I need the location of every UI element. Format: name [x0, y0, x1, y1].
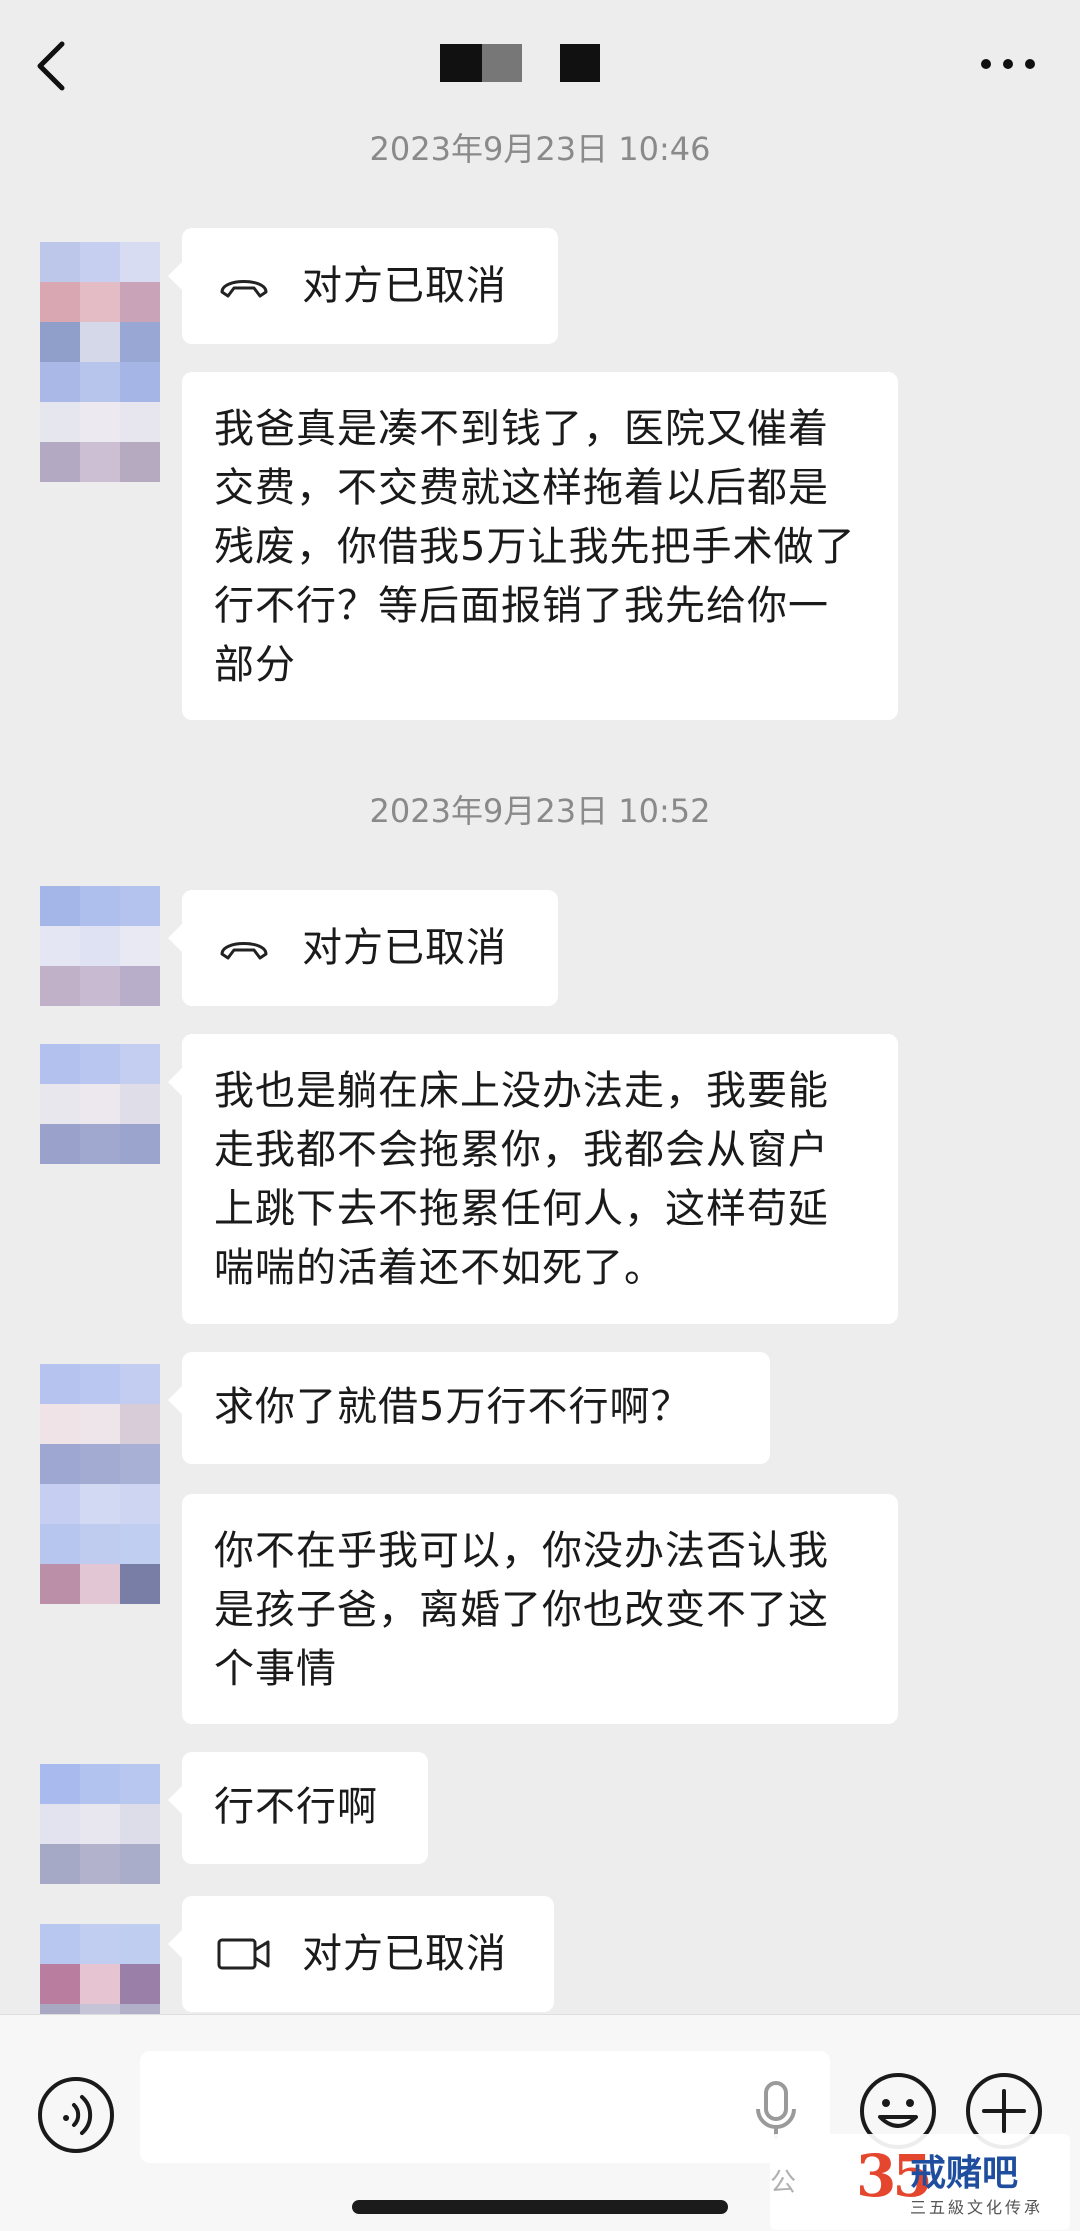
call-status-text: 对方已取消 — [302, 924, 507, 971]
video-camera-icon — [217, 1938, 270, 1970]
timestamp: 2023年9月23日 10:46 — [369, 130, 711, 168]
message-list[interactable]: 2023年9月23日 10:46 对方已取消 我爸真是凑不到钱了，医院又催着交费… — [0, 124, 1080, 2014]
phone-hangup-icon — [220, 280, 268, 298]
call-status-text: 对方已取消 — [302, 1930, 507, 1977]
watermark-subtitle: 三五級文化传承 — [910, 2198, 1044, 2217]
voice-call-bubble[interactable]: 对方已取消 — [168, 890, 558, 1006]
message-text: 行不行啊 — [214, 1784, 378, 1830]
avatar[interactable] — [40, 1764, 160, 1884]
message-text: 我也是躺在床上没办法走，我要能走我都不会拖累你，我都会从窗户上跳下去不拖累任何人… — [214, 1068, 829, 1291]
timestamp: 2023年9月23日 10:52 — [369, 792, 711, 830]
chat-header — [0, 0, 1080, 124]
text-message-bubble[interactable]: 我爸真是凑不到钱了，医院又催着交费，不交费就这样拖着以后都是残废，你借我5万让我… — [182, 372, 898, 720]
watermark-title: 戒赌吧 — [910, 2153, 1019, 2194]
message-text: 求你了就借5万行不行啊？ — [214, 1384, 692, 1430]
message-text: 你不在乎我可以，你没办法否认我是孩子爸，离婚了你也改变不了这个事情 — [214, 1528, 829, 1692]
message-input[interactable] — [140, 2051, 830, 2163]
text-message-bubble[interactable]: 你不在乎我可以，你没办法否认我是孩子爸，离婚了你也改变不了这个事情 — [182, 1494, 898, 1724]
message-text: 我爸真是凑不到钱了，医院又催着交费，不交费就这样拖着以后都是残废，你借我5万让我… — [214, 406, 856, 688]
video-call-bubble[interactable]: 对方已取消 — [168, 1896, 554, 2012]
avatar[interactable] — [40, 1044, 160, 1164]
more-horizontal-icon[interactable] — [980, 52, 1036, 76]
voice-call-bubble[interactable]: 对方已取消 — [168, 228, 558, 344]
avatar[interactable] — [40, 1364, 160, 1604]
title-redaction-block — [440, 44, 482, 82]
title-redaction-block — [560, 44, 600, 82]
voice-mode-icon[interactable] — [36, 2075, 116, 2155]
home-indicator[interactable] — [352, 2200, 728, 2214]
text-message-bubble[interactable]: 行不行啊 — [168, 1752, 428, 1864]
avatar[interactable] — [40, 886, 160, 1006]
phone-hangup-icon — [220, 942, 268, 960]
avatar[interactable] — [40, 242, 160, 482]
watermark-small-text: 公 — [770, 2168, 797, 2198]
call-status-text: 对方已取消 — [302, 262, 507, 309]
text-message-bubble[interactable]: 我也是躺在床上没办法走，我要能走我都不会拖累你，我都会从窗户上跳下去不拖累任何人… — [168, 1034, 898, 1324]
text-message-bubble[interactable]: 求你了就借5万行不行啊？ — [168, 1352, 770, 1464]
avatar[interactable] — [40, 1924, 160, 2014]
watermark: 公 35 戒赌吧 三五級文化传承 — [770, 2134, 1070, 2230]
title-redaction-block — [482, 44, 522, 82]
chevron-left-icon[interactable] — [28, 34, 76, 98]
